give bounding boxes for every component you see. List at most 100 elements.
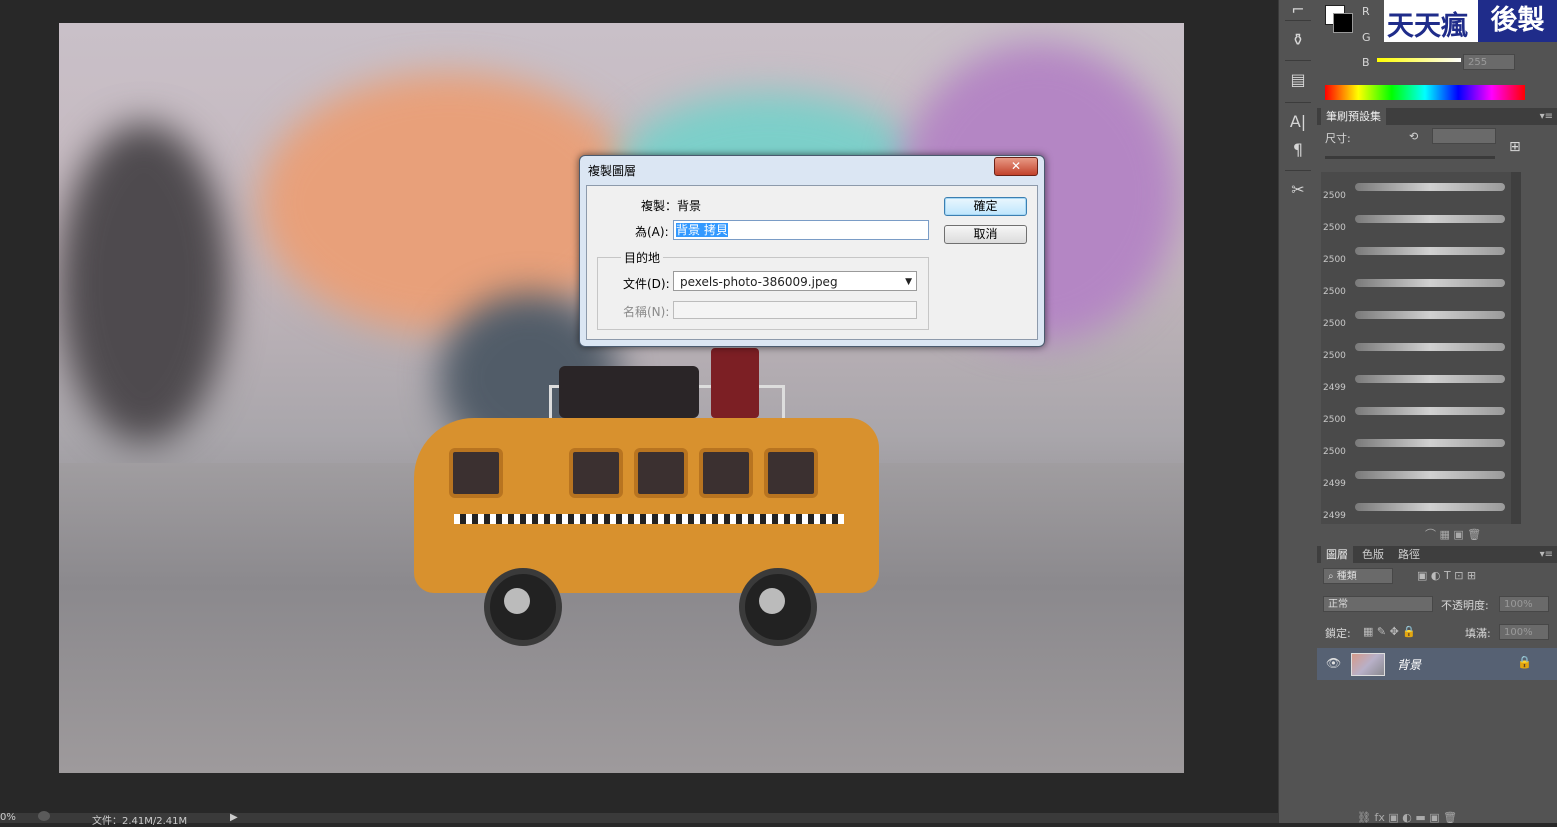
close-button[interactable]: ✕ [994, 157, 1038, 176]
size-label: 尺寸: [1325, 132, 1351, 145]
bus-wheel-front [739, 568, 817, 646]
brush-preset-list: 2500 2500 2500 2500 2500 2500 2499 2500 … [1321, 172, 1511, 524]
bg-blur-dark [59, 123, 229, 443]
reset-icon[interactable]: ⟲ [1409, 130, 1418, 143]
divider [1285, 60, 1311, 61]
eye-icon[interactable]: 👁 [1326, 656, 1341, 670]
document-label: 文件(D): [623, 277, 670, 291]
duplicate-value: 背景 [677, 199, 702, 213]
name-field[interactable] [673, 301, 917, 319]
status-bar: 0% 文件：2.41M/2.41M ▶ [0, 811, 1278, 827]
b-value-field[interactable]: 255 [1463, 54, 1515, 70]
list-item[interactable]: 2500 [1321, 204, 1511, 236]
document-select-value: pexels-photo-386009.jpeg [680, 275, 838, 289]
lock-label: 鎖定: [1325, 627, 1351, 640]
bus-wheel-rear [484, 568, 562, 646]
brush-tool-icon[interactable]: ⚱ [1288, 30, 1308, 50]
divider [1285, 20, 1311, 21]
lock-icons[interactable]: ▦ ✎ ✥ 🔒 [1363, 625, 1416, 638]
tab-channels[interactable]: 色版 [1357, 546, 1389, 563]
divider [1285, 102, 1311, 103]
bus-window [569, 448, 623, 498]
new-preset-icon[interactable]: ⊞ [1509, 139, 1521, 155]
checker-stripe [454, 514, 844, 524]
as-name-input[interactable]: 背景 拷貝 [673, 220, 929, 240]
bus-window [764, 448, 818, 498]
toy-bus [414, 418, 879, 646]
list-item[interactable]: 2500 [1321, 396, 1511, 428]
name-label: 名稱(N): [623, 305, 670, 319]
blend-mode-select[interactable]: 正常 [1323, 596, 1433, 612]
size-slider[interactable] [1325, 156, 1495, 159]
opacity-label: 不透明度: [1441, 599, 1489, 612]
right-panels: R G B 255 筆刷預設集 ▾≡ 尺寸: ⟲ ⊞ 2500 2500 250… [1317, 0, 1557, 824]
destination-label: 目的地 [621, 249, 664, 266]
duplicate-layer-dialog: 複製圖層 ✕ 複製： 背景 為(A): 背景 拷貝 目的地 文件(D): pex… [579, 155, 1045, 347]
luggage-black [559, 366, 699, 418]
list-item[interactable]: 2500 [1321, 236, 1511, 268]
layers-footer-icons[interactable]: ⛓ fx ▣ ◐ ▬ ▣ 🗑 [1357, 811, 1457, 824]
panel-menu-icon[interactable]: ▾≡ [1540, 108, 1553, 125]
layer-filter-value: 種類 [1336, 571, 1357, 582]
list-item[interactable]: 2500 [1321, 268, 1511, 300]
tab-brush-presets[interactable]: 筆刷預設集 [1321, 108, 1386, 125]
panel-menu-icon[interactable]: ▾≡ [1540, 546, 1553, 563]
fill-field[interactable]: 100% [1499, 624, 1549, 640]
duplicate-label: 複製： [641, 199, 678, 213]
dialog-body: 複製： 背景 為(A): 背景 拷貝 目的地 文件(D): pexels-pho… [586, 185, 1038, 340]
r-label: R [1362, 5, 1370, 18]
zoom-level[interactable]: 0% [0, 812, 16, 823]
brush-panel-footer-icons[interactable]: ⌒ ▦ ▣ 🗑 [1425, 526, 1481, 542]
watermark-left-text: 天天瘋 [1387, 11, 1468, 42]
layer-filter-icons[interactable]: ▣ ◐ T ⊡ ⊞ [1417, 569, 1476, 582]
watermark-right-text: 後製 [1478, 0, 1557, 42]
cancel-button[interactable]: 取消 [944, 225, 1027, 244]
background-swatch[interactable] [1333, 13, 1353, 33]
luggage-red [711, 348, 759, 418]
color-spectrum[interactable] [1325, 85, 1525, 100]
tab-layers[interactable]: 圖層 [1321, 546, 1353, 563]
list-item[interactable]: 2499 [1321, 460, 1511, 492]
b-label: B [1362, 56, 1370, 69]
as-name-selected-text: 背景 拷貝 [676, 223, 728, 237]
document-select[interactable]: pexels-photo-386009.jpeg ▼ [673, 271, 917, 291]
bus-window [634, 448, 688, 498]
list-item[interactable]: 2499 [1321, 492, 1511, 524]
ok-button[interactable]: 確定 [944, 197, 1027, 216]
bus-window [449, 448, 503, 498]
status-icon[interactable] [38, 811, 50, 821]
list-item[interactable]: 2500 [1321, 332, 1511, 364]
opacity-field[interactable]: 100% [1499, 596, 1549, 612]
tool-icon[interactable]: ⌐ [1288, 0, 1308, 20]
chevron-down-icon: ▼ [905, 277, 912, 287]
g-label: G [1362, 31, 1371, 44]
brush-list-scrollbar[interactable] [1511, 172, 1521, 524]
list-item[interactable]: 2500 [1321, 300, 1511, 332]
size-field[interactable] [1432, 128, 1496, 144]
paragraph-icon[interactable]: ¶ [1288, 140, 1308, 160]
clone-source-icon[interactable]: ▤ [1288, 70, 1308, 90]
search-icon: ⌕ [1328, 571, 1337, 582]
layer-row-background[interactable]: 👁 背景 🔒 [1317, 648, 1557, 680]
status-arrow-icon[interactable]: ▶ [230, 812, 238, 823]
image-canvas[interactable] [59, 23, 1184, 773]
layer-filter-select[interactable]: ⌕ 種類 [1323, 568, 1393, 584]
list-item[interactable]: 2500 [1321, 428, 1511, 460]
layers-tabbar: 圖層 色版 路徑 ▾≡ [1317, 546, 1557, 563]
layer-name: 背景 [1397, 658, 1422, 672]
divider [1285, 170, 1311, 171]
character-icon[interactable]: A| [1288, 112, 1308, 132]
bus-window [699, 448, 753, 498]
tool-presets-icon[interactable]: ✂ [1288, 180, 1308, 200]
layer-thumbnail [1351, 653, 1385, 676]
list-item[interactable]: 2500 [1321, 172, 1511, 204]
lock-icon: 🔒 [1517, 655, 1532, 669]
tab-paths[interactable]: 路徑 [1393, 546, 1425, 563]
brush-presets-tabbar: 筆刷預設集 ▾≡ [1317, 108, 1557, 125]
b-slider[interactable] [1377, 58, 1461, 62]
list-item[interactable]: 2499 [1321, 364, 1511, 396]
document-workspace: 複製圖層 ✕ 複製： 背景 為(A): 背景 拷貝 目的地 文件(D): pex… [0, 0, 1278, 813]
fill-label: 填滿: [1465, 627, 1491, 640]
dialog-title: 複製圖層 [588, 164, 637, 178]
watermark-logo: 天天瘋 後製 [1384, 0, 1557, 42]
